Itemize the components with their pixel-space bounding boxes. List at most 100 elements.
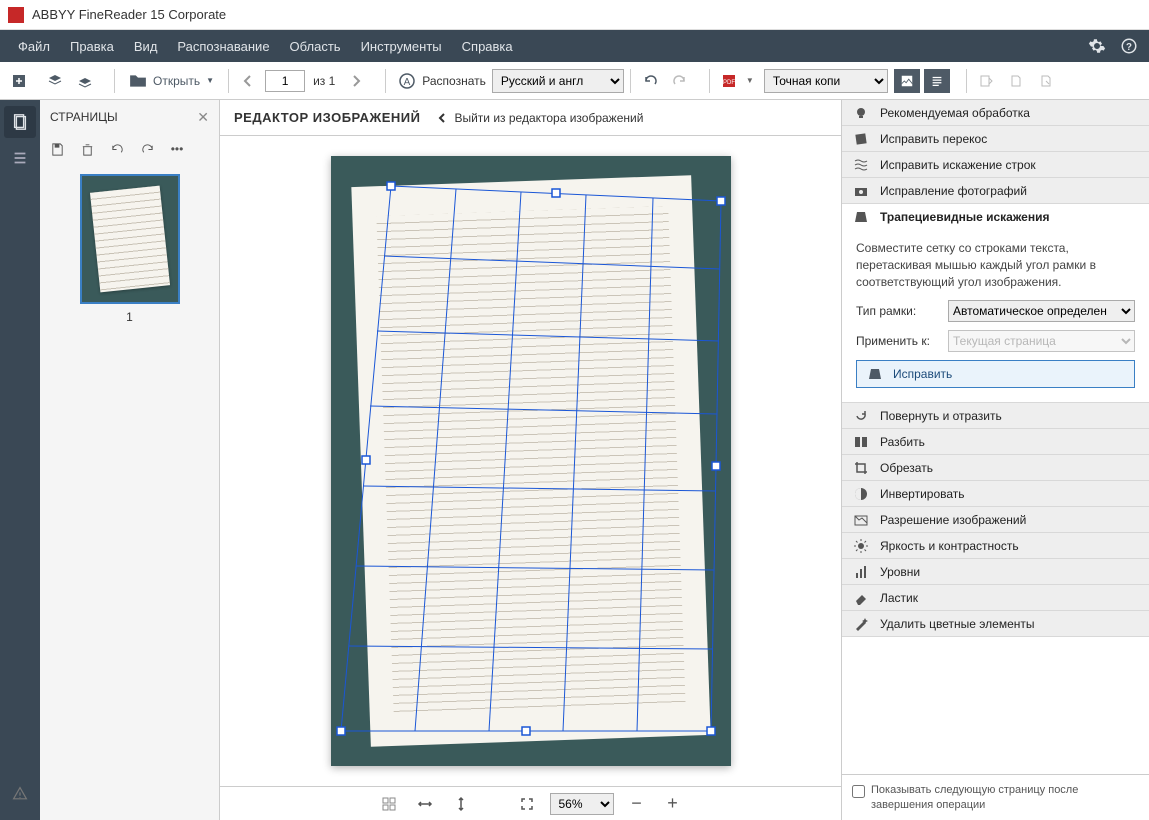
svg-text:A: A — [404, 77, 411, 88]
tool-crop[interactable]: Обрезать — [842, 455, 1149, 481]
delete-page-icon[interactable] — [76, 138, 98, 160]
titlebar: ABBYY FineReader 15 Corporate — [0, 0, 1149, 30]
thumbnails-icon[interactable] — [376, 791, 402, 817]
tool-rotate[interactable]: Повернуть и отразить — [842, 403, 1149, 429]
resolution-icon — [852, 511, 870, 529]
tool-list: Рекомендуемая обработка Исправить переко… — [842, 100, 1149, 774]
activity-list-icon[interactable] — [4, 142, 36, 174]
crop-icon — [852, 459, 870, 477]
tool-lines[interactable]: Исправить искажение строк — [842, 152, 1149, 178]
reload-page-icon[interactable] — [106, 138, 128, 160]
settings-icon[interactable] — [1085, 34, 1109, 58]
zoom-in-icon[interactable]: + — [660, 791, 686, 817]
new-task-icon[interactable] — [6, 68, 32, 94]
image-editor: РЕДАКТОР ИЗОБРАЖЕНИЙ Выйти из редактора … — [220, 100, 841, 820]
page-thumbnail[interactable]: 1 — [80, 174, 180, 324]
zoom-out-icon[interactable]: − — [624, 791, 650, 817]
menu-view[interactable]: Вид — [124, 30, 168, 62]
layer-up-icon[interactable] — [42, 68, 68, 94]
show-next-label: Показывать следующую страницу после заве… — [871, 783, 1139, 812]
send-icon[interactable] — [973, 68, 999, 94]
exit-editor-button[interactable]: Выйти из редактора изображений — [436, 111, 643, 125]
recognize-label: Распознать — [422, 74, 486, 88]
magic-icon — [852, 615, 870, 633]
pages-close-icon[interactable]: ✕ — [197, 109, 209, 126]
editor-canvas[interactable] — [220, 136, 841, 786]
help-icon[interactable]: ? — [1117, 34, 1141, 58]
editor-title: РЕДАКТОР ИЗОБРАЖЕНИЙ — [234, 110, 420, 125]
deskew-icon — [852, 130, 870, 148]
page-number-input[interactable] — [265, 70, 305, 92]
open-button[interactable]: Открыть ▼ — [121, 67, 222, 95]
undo-icon[interactable] — [637, 68, 663, 94]
zoom-select[interactable]: 56% — [550, 793, 614, 815]
lines-icon — [852, 156, 870, 174]
trapezoid-panel: Совместите сетку со строками текста, пер… — [842, 230, 1149, 403]
prev-page-icon[interactable] — [235, 68, 261, 94]
language-select[interactable]: Русский и англ — [492, 69, 624, 93]
tool-deskew[interactable]: Исправить перекос — [842, 126, 1149, 152]
bulb-icon — [852, 104, 870, 122]
menu-area[interactable]: Область — [280, 30, 351, 62]
recognize-button[interactable]: A Распознать — [392, 67, 492, 95]
exit-editor-label: Выйти из редактора изображений — [454, 111, 643, 125]
open-label: Открыть — [153, 74, 200, 88]
fit-page-icon[interactable] — [514, 791, 540, 817]
apply-to-select[interactable]: Текущая страница — [948, 330, 1135, 352]
tools-sidebar: Рекомендуемая обработка Исправить переко… — [841, 100, 1149, 820]
pdf-icon[interactable]: PDF — [716, 68, 742, 94]
tool-trapezoid[interactable]: Трапециевидные искажения — [842, 204, 1149, 230]
fit-height-icon[interactable] — [448, 791, 474, 817]
tool-color-remove[interactable]: Удалить цветные элементы — [842, 611, 1149, 637]
app-logo-icon — [8, 7, 24, 23]
pages-title: СТРАНИЦЫ — [50, 110, 118, 124]
tool-split[interactable]: Разбить — [842, 429, 1149, 455]
menu-tools[interactable]: Инструменты — [351, 30, 452, 62]
page-of-label: из 1 — [313, 74, 335, 88]
menu-edit[interactable]: Правка — [60, 30, 124, 62]
layer-down-icon[interactable] — [72, 68, 98, 94]
tool-levels[interactable]: Уровни — [842, 559, 1149, 585]
document-page — [351, 175, 710, 747]
menu-file[interactable]: Файл — [8, 30, 60, 62]
activity-bar — [0, 100, 40, 820]
split-icon — [852, 433, 870, 451]
show-next-checkbox-row: Показывать следующую страницу после заве… — [842, 774, 1149, 820]
svg-text:PDF: PDF — [723, 80, 735, 86]
brightness-icon — [852, 537, 870, 555]
export-icon[interactable] — [1003, 68, 1029, 94]
view-text-icon[interactable] — [924, 69, 950, 93]
show-next-checkbox[interactable] — [852, 785, 865, 798]
save-page-icon[interactable] — [46, 138, 68, 160]
save-mode-select[interactable]: Точная копи — [764, 69, 888, 93]
next-page-icon[interactable] — [343, 68, 369, 94]
camera-icon — [852, 182, 870, 200]
tool-eraser[interactable]: Ластик — [842, 585, 1149, 611]
fix-button[interactable]: Исправить — [856, 360, 1135, 388]
app-title: ABBYY FineReader 15 Corporate — [32, 7, 226, 22]
tool-invert[interactable]: Инвертировать — [842, 481, 1149, 507]
rotate-icon — [852, 407, 870, 425]
menu-help[interactable]: Справка — [452, 30, 523, 62]
fit-width-icon[interactable] — [412, 791, 438, 817]
frame-type-select[interactable]: Автоматическое определен — [948, 300, 1135, 322]
view-image-icon[interactable] — [894, 69, 920, 93]
menu-recognize[interactable]: Распознавание — [167, 30, 279, 62]
email-icon[interactable] — [1033, 68, 1059, 94]
invert-icon — [852, 485, 870, 503]
trapezoid-icon — [852, 208, 870, 226]
tool-recommended[interactable]: Рекомендуемая обработка — [842, 100, 1149, 126]
tool-resolution[interactable]: Разрешение изображений — [842, 507, 1149, 533]
warning-icon[interactable] — [4, 778, 36, 810]
frame-type-label: Тип рамки: — [856, 304, 940, 318]
more-icon[interactable]: ••• — [166, 138, 188, 160]
rotate-page-icon[interactable] — [136, 138, 158, 160]
main-toolbar: Открыть ▼ из 1 A Распознать Русский и ан… — [0, 62, 1149, 100]
trapezoid-description: Совместите сетку со строками текста, пер… — [856, 240, 1135, 290]
tool-photo[interactable]: Исправление фотографий — [842, 178, 1149, 204]
tool-brightness[interactable]: Яркость и контрастность — [842, 533, 1149, 559]
redo-icon[interactable] — [667, 68, 693, 94]
pages-panel: СТРАНИЦЫ ✕ ••• 1 — [40, 100, 220, 820]
thumb-number: 1 — [80, 310, 180, 324]
activity-pages-icon[interactable] — [4, 106, 36, 138]
